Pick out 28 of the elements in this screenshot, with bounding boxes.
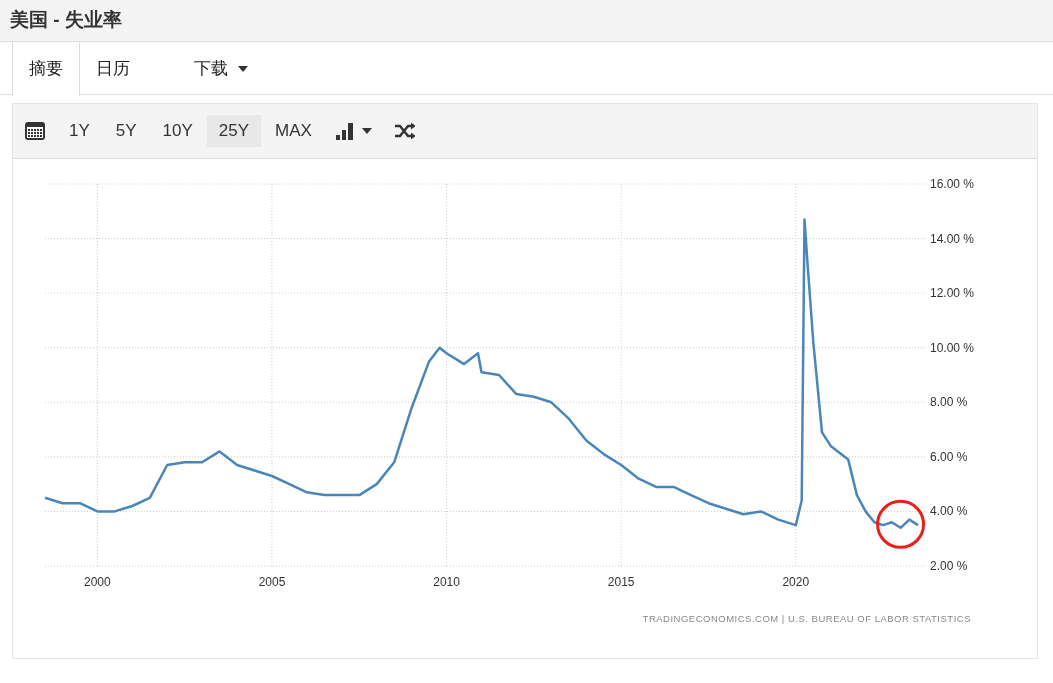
y-axis-label: 6.00 %: [930, 449, 968, 464]
caret-icon: [361, 128, 372, 134]
x-axis-label: 2020: [782, 575, 810, 589]
highlight-circle: [876, 499, 926, 549]
x-axis-label: 2015: [607, 575, 635, 589]
range-button[interactable]: MAX: [263, 115, 324, 147]
range-button[interactable]: 1Y: [57, 115, 102, 147]
x-axis-label: 2010: [433, 575, 460, 589]
source-text: TRADINGECONOMICS.COM | U.S. BUREAU OF LABOR STATISTICS: [642, 613, 971, 624]
y-axis-label: 12.00 %: [930, 286, 975, 301]
tab[interactable]: 摘要: [12, 42, 80, 96]
caret-icon: [238, 65, 248, 72]
y-axis-label: 14.00 %: [930, 231, 975, 246]
x-axis-label: 2005: [258, 575, 286, 589]
y-axis-label: 4.00 %: [930, 504, 968, 519]
y-axis-label: 8.00 %: [930, 395, 968, 410]
x-axis-label: 2000: [84, 575, 111, 589]
range-button[interactable]: 10Y: [150, 115, 205, 147]
y-axis-label: 16.00 %: [930, 177, 975, 191]
range-button[interactable]: 5Y: [103, 115, 149, 147]
tab[interactable]: 日历: [80, 42, 146, 95]
page-title: 美国 - 失业率: [10, 8, 122, 33]
range-button[interactable]: 25Y: [206, 115, 262, 147]
y-axis-label: 2.00 %: [930, 559, 968, 573]
calendar-icon[interactable]: [23, 120, 47, 142]
download-dropdown[interactable]: 下载: [146, 42, 256, 95]
bar-chart-icon: [335, 122, 354, 140]
y-axis-label: 10.00 %: [930, 340, 975, 355]
